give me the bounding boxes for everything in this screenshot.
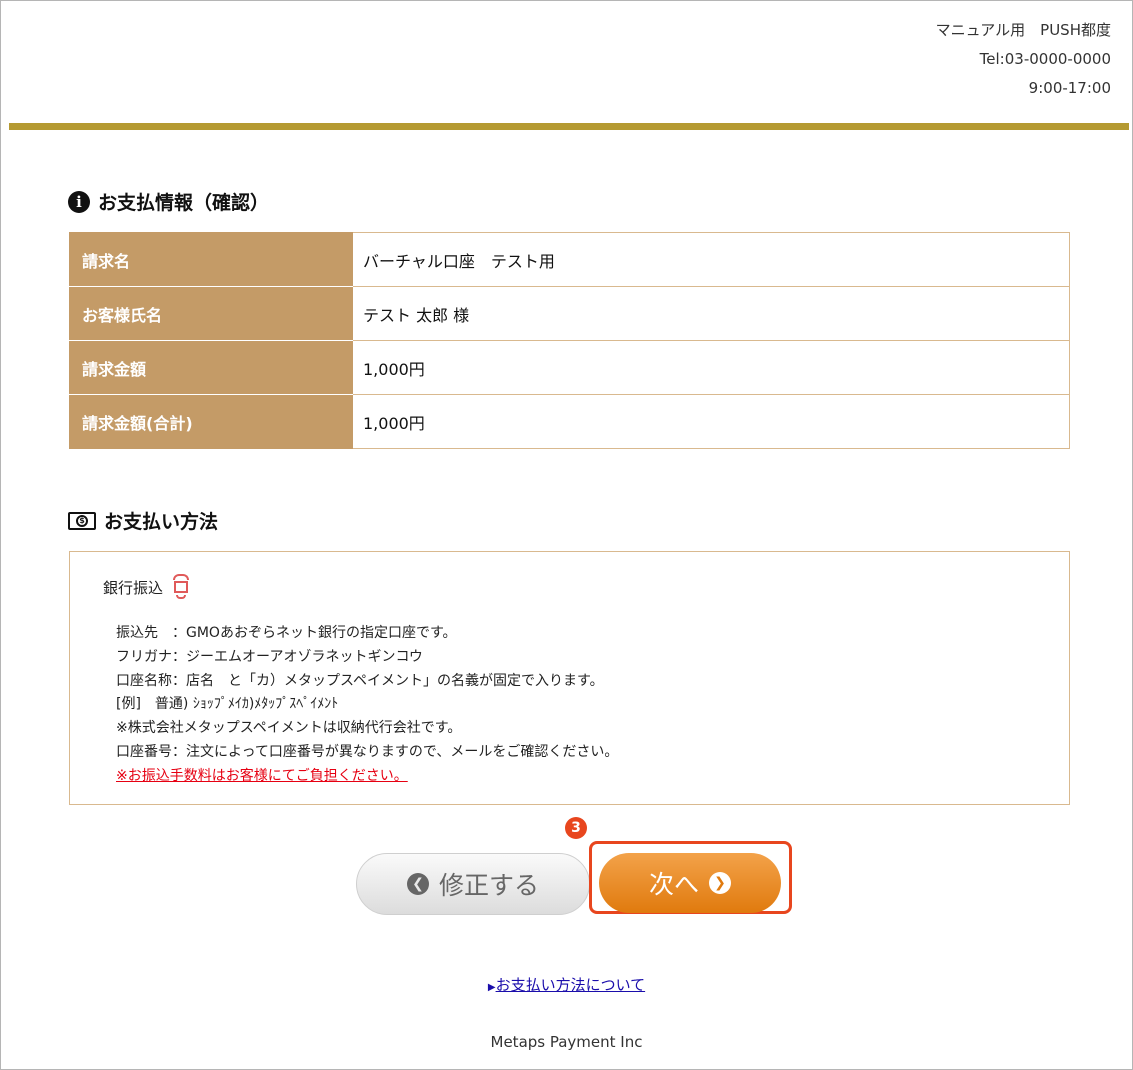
back-button[interactable]: ❮ 修正する: [356, 853, 590, 915]
row-value: 1,000円: [352, 394, 1070, 449]
step-badge: 3: [565, 817, 587, 839]
detail-line: ※株式会社メタップスペイメントは収納代行会社です。: [116, 720, 462, 737]
payment-method-box: 銀行振込 振込先 ：GMOあおぞらネット銀行の指定口座です。 フリガナ：ジーエム…: [69, 551, 1070, 805]
table-row: 請求金額(合計) 1,000円: [69, 394, 1070, 449]
money-icon: $: [68, 511, 96, 530]
table-row: お客様氏名 テスト 太郎 様: [69, 286, 1070, 341]
method-name-text: 銀行振込: [103, 578, 164, 597]
row-label: 請求金額(合計): [69, 394, 353, 449]
row-label: 請求名: [69, 232, 353, 287]
header-divider: [9, 123, 1129, 130]
bank-transfer-details: 振込先 ：GMOあおぞらネット銀行の指定口座です。 フリガナ：ジーエムオーアオゾ…: [116, 622, 618, 789]
back-button-label: 修正する: [438, 871, 539, 900]
footer-company: Metaps Payment Inc: [490, 1033, 643, 1051]
detail-line: 振込先 ：GMOあおぞらネット銀行の指定口座です。: [116, 625, 457, 641]
shop-info: マニュアル用 PUSH都度 Tel:03-0000-0000 9:00-17:0…: [936, 16, 1111, 103]
row-label: 請求金額: [69, 340, 353, 395]
detail-line: 口座番号：注文によって口座番号が異なりますので、メールをご確認ください。: [116, 743, 619, 760]
payment-info-table: 請求名 バーチャル口座 テスト用 お客様氏名 テスト 太郎 様 請求金額 1,0…: [69, 232, 1070, 449]
detail-line: [例] 普通) ｼｮｯﾌﾟﾒｲｶ)ﾒﾀｯﾌﾟｽﾍﾟｲﾒﾝﾄ: [116, 696, 339, 713]
row-value: バーチャル口座 テスト用: [352, 232, 1070, 287]
confirm-title-text: お支払情報（確認）: [98, 192, 270, 214]
about-payment-link[interactable]: お支払い方法について: [496, 976, 646, 994]
info-icon: i: [68, 190, 90, 213]
shop-name: マニュアル用 PUSH都度: [935, 21, 1111, 39]
about-payment-link-container: ▶お支払い方法について: [0, 974, 1133, 995]
shop-hours: 9:00-17:00: [1028, 79, 1111, 97]
confirm-section-title: i お支払情報（確認）: [68, 188, 269, 215]
next-button-label: 次へ: [648, 870, 699, 899]
detail-line: フリガナ：ジーエムオーアオゾラネットギンコウ: [116, 648, 423, 665]
method-name: 銀行振込: [103, 574, 190, 600]
arrow-right-circle-icon: ❯: [709, 872, 731, 894]
triangle-right-icon: ▶: [487, 982, 496, 993]
arrow-left-circle-icon: ❮: [406, 873, 429, 895]
table-row: 請求金額 1,000円: [69, 340, 1070, 395]
detail-line: 口座名称：店名 と「カ）メタップスペイメント」の名義が固定で入ります。: [116, 672, 604, 689]
method-section-title: $ お支払い方法: [68, 507, 218, 534]
bank-icon: [173, 574, 190, 600]
method-title-text: お支払い方法: [104, 511, 219, 533]
fee-warning: ※お振込手数料はお客様にてご負担ください。: [116, 767, 408, 784]
next-button[interactable]: 次へ ❯: [599, 853, 781, 913]
row-label: お客様氏名: [69, 286, 353, 341]
row-value: 1,000円: [352, 340, 1070, 395]
shop-tel: Tel:03-0000-0000: [979, 50, 1111, 68]
table-row: 請求名 バーチャル口座 テスト用: [69, 232, 1070, 287]
row-value: テスト 太郎 様: [352, 286, 1070, 341]
